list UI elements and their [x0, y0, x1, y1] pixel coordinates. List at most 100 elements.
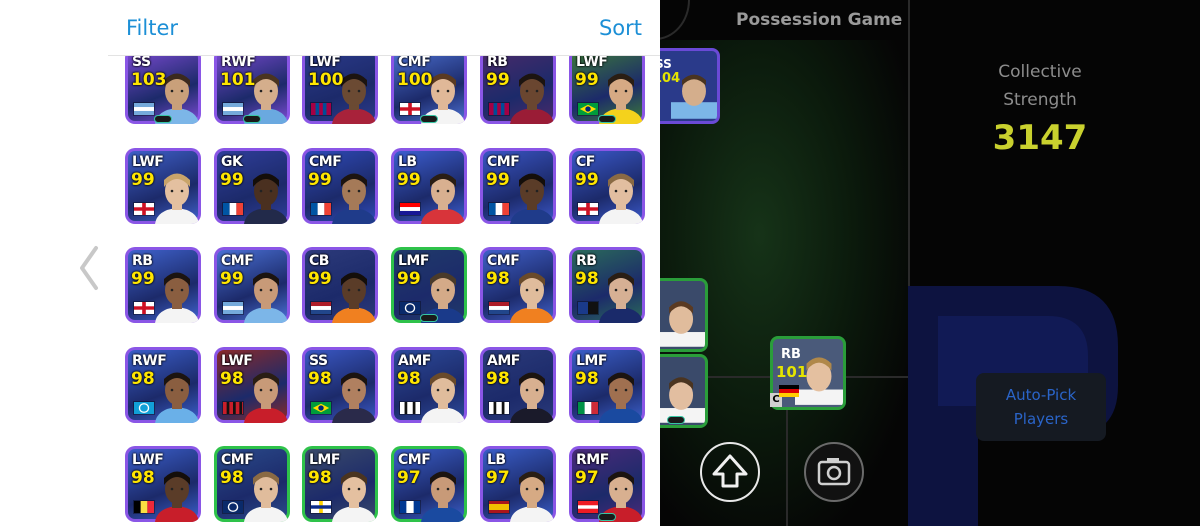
player-portrait — [510, 372, 554, 423]
autopick-label-line: Auto-Pick — [1005, 386, 1077, 404]
player-card[interactable]: LWF 99 — [569, 48, 645, 124]
player-portrait — [244, 372, 288, 423]
player-card[interactable]: LWF 99 — [125, 148, 201, 224]
udinese-flag-icon — [488, 401, 510, 415]
player-position: SS — [132, 54, 151, 70]
player-rating: 97 — [575, 468, 599, 488]
player-position: CB — [309, 253, 329, 269]
player-rating: 98 — [486, 269, 510, 289]
milan-flag-icon — [222, 401, 244, 415]
player-card[interactable]: LMF 98 — [302, 446, 378, 522]
player-portrait — [599, 272, 643, 323]
player-position: LMF — [398, 253, 429, 269]
player-card[interactable]: AMF 98 — [391, 347, 467, 423]
player-card[interactable]: RB 99 — [125, 247, 201, 323]
card-badge — [598, 513, 616, 521]
player-card[interactable]: CMF 98 — [214, 446, 290, 522]
player-position: LWF — [221, 353, 253, 369]
player-portrait — [421, 173, 465, 224]
player-card[interactable]: CF 99 — [569, 148, 645, 224]
player-position: LB — [487, 452, 506, 468]
player-rating: 98 — [220, 468, 244, 488]
player-card[interactable]: RMF 97 — [569, 446, 645, 522]
sort-button[interactable]: Sort — [599, 16, 642, 40]
player-card[interactable]: RB 98 — [569, 247, 645, 323]
player-card[interactable]: CMF 97 — [391, 446, 467, 522]
player-rating: 98 — [575, 369, 599, 389]
brazil-flag-icon — [310, 401, 332, 415]
player-card[interactable]: CMF 99 — [214, 247, 290, 323]
player-rating: 99 — [397, 170, 421, 190]
collective-strength-value: 3147 — [992, 118, 1088, 158]
player-portrait — [155, 471, 199, 522]
player-card[interactable]: LB 99 — [391, 148, 467, 224]
italy-flag-icon — [577, 401, 599, 415]
england-flag-icon — [133, 202, 155, 216]
barcelona-flag-icon — [488, 102, 510, 116]
autopick-label-line: Players — [1013, 410, 1069, 428]
player-card[interactable]: LMF 99 — [391, 247, 467, 323]
player-position: LMF — [576, 353, 607, 369]
england-flag-icon — [577, 202, 599, 216]
player-rating: 98 — [131, 468, 155, 488]
player-position: LWF — [132, 452, 164, 468]
player-position: CMF — [487, 154, 520, 170]
player-portrait — [510, 471, 554, 522]
psv-flag-icon — [577, 500, 599, 514]
player-card[interactable]: AMF 98 — [480, 347, 556, 423]
field-player-card[interactable]: SS 104 — [660, 48, 720, 124]
filter-button[interactable]: Filter — [126, 16, 178, 40]
player-position: AMF — [487, 353, 520, 369]
auto-pick-players-button[interactable]: Auto-Pick Players — [976, 373, 1106, 441]
player-portrait — [244, 272, 288, 323]
formation-field: Possession Game SS 104 RB 101 — [660, 0, 1200, 526]
player-rating: 101 — [220, 70, 256, 90]
player-position: LWF — [576, 54, 608, 70]
player-card[interactable]: CMF 100 — [391, 48, 467, 124]
player-card[interactable]: LWF 98 — [214, 347, 290, 423]
player-card[interactable]: RWF 98 — [125, 347, 201, 423]
player-rating: 99 — [486, 70, 510, 90]
player-card[interactable]: RB 99 — [480, 48, 556, 124]
player-position: RB — [576, 253, 597, 269]
player-card[interactable]: LWF 98 — [125, 446, 201, 522]
player-position: CMF — [309, 154, 342, 170]
player-rating: 99 — [486, 170, 510, 190]
belgium-flag-icon — [133, 500, 155, 514]
player-rating: 98 — [575, 269, 599, 289]
player-position: CMF — [221, 452, 254, 468]
player-position: LB — [398, 154, 417, 170]
player-portrait — [332, 471, 376, 522]
player-position: AMF — [398, 353, 431, 369]
player-position: RB — [781, 347, 801, 362]
player-card[interactable]: LMF 98 — [569, 347, 645, 423]
upload-button[interactable] — [700, 442, 760, 502]
player-card[interactable]: SS 103 — [125, 48, 201, 124]
brazil-flag-icon — [577, 102, 599, 116]
player-card[interactable]: RWF 101 — [214, 48, 290, 124]
france-flag-icon — [310, 202, 332, 216]
panel-header: Filter Sort — [108, 0, 660, 56]
player-portrait — [599, 372, 643, 423]
player-card[interactable]: LWF 100 — [302, 48, 378, 124]
player-card[interactable]: CMF 99 — [480, 148, 556, 224]
player-portrait — [155, 372, 199, 423]
chevron-left-icon[interactable] — [76, 244, 102, 292]
player-portrait — [510, 73, 554, 124]
field-player-card[interactable] — [660, 354, 708, 428]
player-card[interactable]: SS 98 — [302, 347, 378, 423]
croatia-flag-icon — [399, 202, 421, 216]
player-card[interactable]: CB 99 — [302, 247, 378, 323]
card-badge — [243, 115, 261, 123]
player-card[interactable]: GK 99 — [214, 148, 290, 224]
player-position: CF — [576, 154, 595, 170]
player-card[interactable]: CMF 98 — [480, 247, 556, 323]
field-player-card[interactable] — [660, 278, 708, 352]
card-badge — [667, 416, 685, 424]
player-position: RB — [132, 253, 153, 269]
player-position: CMF — [398, 452, 431, 468]
player-position: RWF — [221, 54, 256, 70]
player-card[interactable]: LB 97 — [480, 446, 556, 522]
player-card[interactable]: CMF 99 — [302, 148, 378, 224]
camera-button[interactable] — [804, 442, 864, 502]
